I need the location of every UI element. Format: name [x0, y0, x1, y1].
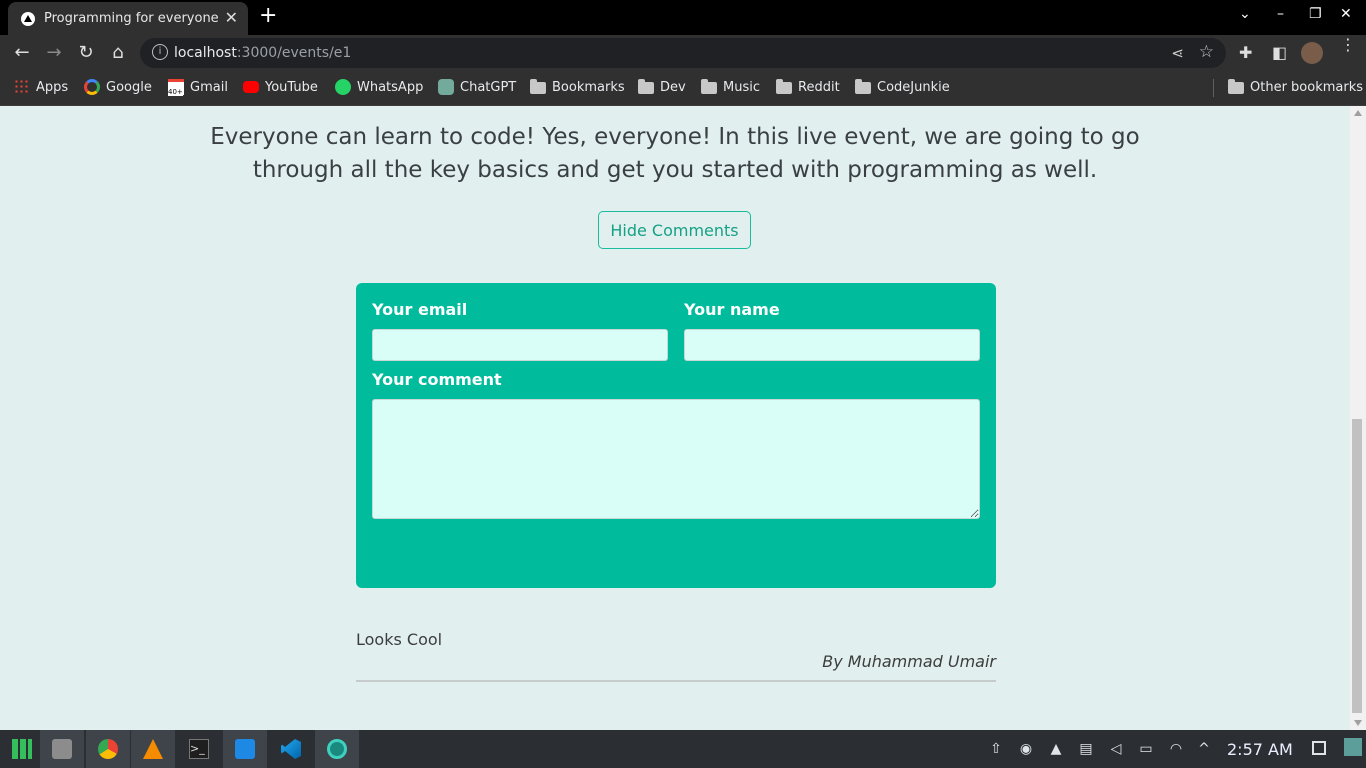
event-description: Everyone can learn to code! Yes, everyon… [210, 124, 1140, 183]
browser-toolbar: ← → ↻ ⌂ i localhost:3000/events/e1 ⋖ ☆ ✚… [0, 35, 1366, 71]
tab-search-chevron-icon[interactable]: ⌄ [1239, 6, 1251, 22]
close-window-icon[interactable]: ✕ [1340, 6, 1352, 22]
taskbar-file-manager[interactable] [40, 730, 84, 768]
bookmark-label: Google [106, 80, 152, 95]
hide-comments-button[interactable]: Hide Comments [598, 211, 751, 249]
taskbar-terminal[interactable]: >_ [177, 730, 221, 768]
forward-arrow-icon[interactable]: → [42, 41, 66, 65]
taskbar-store[interactable] [223, 730, 267, 768]
close-tab-icon[interactable]: ✕ [225, 8, 238, 27]
vlc-tray-icon[interactable]: ▲ [1048, 741, 1064, 757]
bookmark-label: Reddit [798, 80, 840, 95]
chatgpt-icon [438, 79, 454, 95]
comment-divider [356, 680, 996, 682]
battery-icon[interactable]: ▭ [1138, 741, 1154, 757]
bookmark-label: WhatsApp [357, 80, 424, 95]
url-text[interactable]: localhost:3000/events/e1 [174, 45, 351, 61]
extensions-puzzle-icon[interactable]: ✚ [1239, 43, 1252, 62]
comment-textarea[interactable] [372, 399, 980, 519]
email-field[interactable] [372, 329, 668, 361]
address-bar[interactable]: i localhost:3000/events/e1 ⋖ ☆ [140, 38, 1226, 68]
side-panel-icon[interactable]: ◧ [1272, 43, 1287, 62]
nextjs-favicon-icon [21, 12, 35, 26]
chrome-icon [98, 739, 118, 759]
new-tab-button[interactable]: + [259, 4, 277, 28]
youtube-icon [243, 81, 259, 93]
terminal-icon: >_ [189, 739, 209, 759]
bookmark-label: ChatGPT [460, 80, 517, 95]
clipboard-icon[interactable]: ▤ [1078, 741, 1094, 757]
folder-icon [530, 79, 546, 94]
google-icon [84, 79, 100, 95]
scrollbar-thumb[interactable] [1352, 419, 1362, 713]
back-arrow-icon[interactable]: ← [10, 41, 34, 65]
restore-icon[interactable]: ❐ [1309, 6, 1322, 22]
wifi-icon[interactable]: ◠ [1168, 741, 1184, 757]
steam-icon [327, 739, 347, 759]
bookmark-label: Music [723, 80, 760, 95]
steam-tray-icon[interactable]: ◉ [1018, 741, 1034, 757]
bookmark-label: Dev [660, 80, 686, 95]
vlc-icon [143, 739, 163, 759]
comment-label: Your comment [372, 370, 502, 389]
bookmarks-separator [1213, 79, 1214, 97]
folder-icon [1228, 79, 1244, 94]
minimize-icon[interactable]: – [1277, 6, 1284, 22]
name-field[interactable] [684, 329, 980, 361]
tray-expand-chevron-icon[interactable]: ^ [1196, 741, 1212, 757]
browser-title-bar: Programming for everyone ✕ + ⌄ – ❐ ✕ [0, 0, 1366, 35]
volume-icon[interactable]: ◁ [1108, 741, 1124, 757]
taskbar-clock[interactable]: 2:57 AM [1227, 740, 1293, 759]
site-info-icon[interactable]: i [152, 44, 168, 60]
url-path: :3000/events/e1 [236, 45, 352, 61]
vscode-icon [281, 739, 301, 759]
scroll-down-arrow-icon[interactable] [1354, 720, 1362, 726]
tab-title: Programming for everyone [44, 11, 219, 26]
home-icon[interactable]: ⌂ [106, 41, 130, 65]
url-host: localhost [174, 45, 237, 61]
comment-author: By Muhammad Umair [822, 652, 996, 671]
page-content: Everyone can learn to code! Yes, everyon… [0, 106, 1350, 730]
profile-avatar[interactable] [1301, 42, 1323, 64]
taskbar-chrome[interactable] [86, 730, 130, 768]
share-icon[interactable]: ⋖ [1171, 44, 1184, 62]
manjaro-menu-icon [12, 739, 32, 759]
taskbar-vscode[interactable] [269, 730, 313, 768]
desktop-pager[interactable] [1344, 738, 1362, 756]
other-bookmarks-label: Other bookmarks [1250, 80, 1364, 95]
bookmark-label: CodeJunkie [877, 80, 950, 95]
folder-icon [776, 79, 792, 94]
taskbar-steam[interactable] [315, 730, 359, 768]
folder-icon [701, 79, 717, 94]
folder-icon [855, 79, 871, 94]
comment-form: Your email Your name Your comment [356, 283, 996, 588]
email-label: Your email [372, 300, 468, 319]
whatsapp-icon [335, 79, 351, 95]
page-scrollbar[interactable] [1350, 106, 1366, 730]
reload-icon[interactable]: ↻ [74, 41, 98, 65]
update-icon[interactable]: ⇧ [988, 741, 1004, 757]
name-label: Your name [684, 300, 780, 319]
bookmark-label: Bookmarks [552, 80, 625, 95]
taskbar-vlc[interactable] [131, 730, 175, 768]
browser-menu-icon[interactable]: ⋮ [1340, 37, 1356, 53]
gmail-badge: 40+ [168, 88, 183, 96]
bookmark-label: Apps [36, 80, 69, 95]
bookmark-label: Gmail [190, 80, 228, 95]
comment-text: Looks Cool [356, 630, 443, 649]
browser-tab[interactable]: Programming for everyone ✕ [8, 2, 248, 35]
bookmark-label: YouTube [265, 80, 318, 95]
bookmarks-bar: Apps Google 40+ Gmail YouTube WhatsApp C… [0, 71, 1366, 106]
apps-grid-icon [14, 79, 30, 95]
os-taskbar: >_ ⇧ ◉ ▲ ▤ ◁ ▭ ◠ ^ 2:57 AM [0, 730, 1366, 768]
folder-icon [638, 79, 654, 94]
show-desktop-icon[interactable] [1312, 741, 1326, 755]
bookmark-star-icon[interactable]: ☆ [1199, 42, 1214, 62]
store-icon [235, 739, 255, 759]
scroll-up-arrow-icon[interactable] [1354, 110, 1362, 116]
file-manager-icon [52, 739, 72, 759]
manjaro-menu-button[interactable] [0, 730, 44, 768]
